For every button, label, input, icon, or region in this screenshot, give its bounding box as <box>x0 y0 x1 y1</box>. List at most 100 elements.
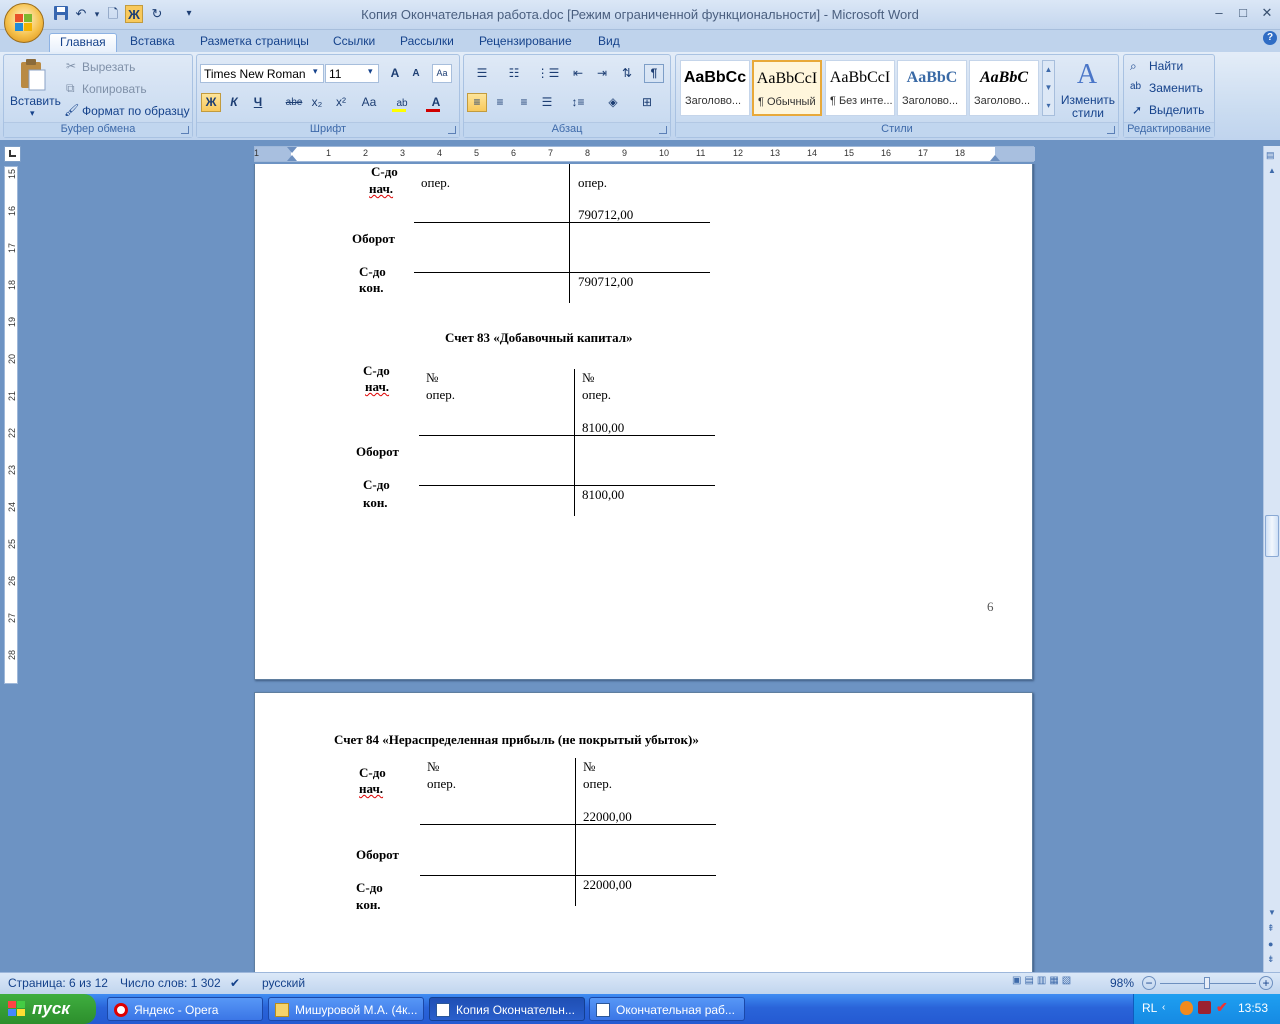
view-buttons[interactable]: ▣▤▥▦▧ <box>1012 975 1104 991</box>
align-right-icon[interactable]: ≡ <box>514 93 534 112</box>
style-normal[interactable]: AaBbCcI ¶ Обычный <box>752 60 822 116</box>
scroll-up-icon[interactable]: ▲ <box>1268 166 1276 175</box>
font-name-dropdown-icon[interactable]: ▾ <box>313 66 318 77</box>
tray-expand-icon[interactable]: ‹ <box>1162 1002 1165 1013</box>
bullets-icon[interactable]: ☰ <box>468 64 496 83</box>
tab-references[interactable]: Ссылки <box>323 33 385 52</box>
next-page-icon[interactable]: ⇟ <box>1267 954 1275 965</box>
paste-icon[interactable] <box>18 58 48 92</box>
clipboard-launcher-icon[interactable] <box>181 126 189 134</box>
tab-home[interactable]: Главная <box>49 33 117 52</box>
credit-number-header: № <box>583 759 596 774</box>
task-folder[interactable]: Мишуровой М.А. (4к... <box>268 997 424 1021</box>
sort-icon[interactable]: ⇅ <box>617 64 637 83</box>
language-indicator[interactable]: RL <box>1142 1001 1157 1015</box>
italic-button[interactable]: К <box>224 93 244 112</box>
tab-page-layout[interactable]: Разметка страницы <box>190 33 319 52</box>
font-size-dropdown-icon[interactable]: ▾ <box>368 66 373 77</box>
first-line-indent-marker[interactable] <box>287 147 297 153</box>
increase-indent-icon[interactable]: ⇥ <box>592 64 612 83</box>
scroll-down-icon[interactable]: ▼ <box>1268 908 1276 917</box>
cut-button[interactable]: Вырезать <box>82 60 135 74</box>
style-heading2[interactable]: AaBbC Заголово... <box>897 60 967 116</box>
font-color-icon[interactable]: A <box>422 93 450 112</box>
start-button[interactable]: пуск <box>0 994 96 1024</box>
decrease-indent-icon[interactable]: ⇤ <box>568 64 588 83</box>
language-status[interactable]: русский <box>262 976 305 990</box>
right-indent-marker[interactable] <box>990 155 1000 161</box>
page-count-status[interactable]: Страница: 6 из 12 <box>8 976 108 990</box>
align-left-icon[interactable]: ≡ <box>467 93 487 112</box>
zoom-out-icon[interactable]: − <box>1142 976 1156 990</box>
format-painter-button[interactable]: Формат по образцу <box>82 104 190 118</box>
minimize-button[interactable]: – <box>1206 4 1232 22</box>
find-button[interactable]: Найти <box>1149 59 1183 73</box>
font-name-select[interactable]: Times New Roman <box>200 64 324 83</box>
zoom-in-icon[interactable]: + <box>1259 976 1273 990</box>
tab-insert[interactable]: Вставка <box>120 33 185 52</box>
styles-scroll-icon[interactable]: ▲ ▼ ▾ <box>1042 60 1055 116</box>
font-launcher-icon[interactable] <box>448 126 456 134</box>
tab-review[interactable]: Рецензирование <box>469 33 582 52</box>
close-button[interactable]: ✕ <box>1254 4 1280 22</box>
task-word-copy[interactable]: Копия Окончательн... <box>429 997 585 1021</box>
vertical-scrollbar[interactable]: ▤ ▲ ▼ ⇞ ● ⇟ <box>1263 146 1280 972</box>
style-heading3[interactable]: AaBbC Заголово... <box>969 60 1039 116</box>
tab-view[interactable]: Вид <box>588 33 630 52</box>
change-styles-button[interactable]: Изменить стили <box>1060 94 1116 120</box>
ruler-tab-selector[interactable] <box>4 146 21 162</box>
align-center-icon[interactable]: ≡ <box>490 93 510 112</box>
bold-button[interactable]: Ж <box>201 93 221 112</box>
underline-button[interactable]: Ч <box>248 93 268 112</box>
replace-button[interactable]: Заменить <box>1149 81 1203 95</box>
task-opera[interactable]: Яндекс - Opera <box>107 997 263 1021</box>
show-formatting-icon[interactable]: ¶ <box>644 64 664 83</box>
zoom-slider-thumb[interactable] <box>1204 977 1210 989</box>
zoom-level[interactable]: 98% <box>1110 976 1134 990</box>
grow-font-button[interactable]: A <box>385 64 405 83</box>
styles-launcher-icon[interactable] <box>1107 126 1115 134</box>
multilevel-list-icon[interactable]: ⋮☰ <box>534 64 562 83</box>
shading-icon[interactable]: ◈ <box>598 93 628 112</box>
ruler-toggle-icon[interactable]: ▤ <box>1266 150 1275 161</box>
superscript-button[interactable]: x² <box>331 93 351 112</box>
restore-button[interactable]: □ <box>1230 4 1256 22</box>
spelling-check-icon[interactable]: ✔ <box>230 976 240 990</box>
task-word-final[interactable]: Окончательная раб... <box>589 997 745 1021</box>
document-canvas[interactable]: С-до нач. опер. опер. 790712,00 Оборот С… <box>22 164 1262 972</box>
firefox-tray-icon[interactable] <box>1180 1001 1193 1015</box>
numbering-icon[interactable]: ☷ <box>500 64 528 83</box>
select-browse-object-icon[interactable]: ● <box>1268 939 1273 949</box>
office-button[interactable] <box>4 3 44 43</box>
strikethrough-button[interactable]: abe <box>284 93 304 112</box>
style-heading1[interactable]: AaBbCc Заголово... <box>680 60 750 116</box>
change-case-button[interactable]: Aa <box>356 93 382 112</box>
change-styles-icon[interactable]: A <box>1070 58 1104 92</box>
paste-button[interactable]: Вставить <box>10 94 61 108</box>
borders-icon[interactable]: ⊞ <box>632 93 662 112</box>
antivirus-tray-icon[interactable]: ✔ <box>1216 999 1228 1016</box>
vertical-ruler[interactable]: 15 16 17 18 19 20 21 22 23 24 25 26 27 28 <box>4 166 18 684</box>
shrink-font-button[interactable]: A <box>406 64 426 83</box>
line-spacing-icon[interactable]: ↕≡ <box>565 93 591 112</box>
subscript-button[interactable]: x₂ <box>307 93 327 112</box>
left-indent-marker[interactable] <box>287 155 297 161</box>
copy-icon: ⧉ <box>66 81 75 95</box>
help-icon[interactable]: ? <box>1263 31 1277 45</box>
tab-mailings[interactable]: Рассылки <box>390 33 464 52</box>
paste-dropdown-icon[interactable]: ▾ <box>30 108 35 119</box>
clear-formatting-icon[interactable]: Aa <box>432 64 452 83</box>
ruler-number: 26 <box>7 576 17 587</box>
highlight-color-icon[interactable]: ab <box>388 93 416 112</box>
previous-page-icon[interactable]: ⇞ <box>1267 923 1275 934</box>
copy-button[interactable]: Копировать <box>82 82 147 96</box>
word-count-status[interactable]: Число слов: 1 302 <box>120 976 221 990</box>
app-tray-icon[interactable] <box>1198 1001 1211 1014</box>
style-no-spacing[interactable]: AaBbCcI ¶ Без инте... <box>825 60 895 116</box>
t-account-line <box>420 875 716 876</box>
select-button[interactable]: Выделить <box>1149 103 1204 117</box>
scrollbar-thumb[interactable] <box>1265 515 1279 557</box>
horizontal-ruler[interactable]: 1 1 2 3 4 5 6 7 8 9 10 11 12 13 14 15 16 17 18 <box>254 146 1035 162</box>
paragraph-launcher-icon[interactable] <box>659 126 667 134</box>
justify-icon[interactable]: ☰ <box>537 93 557 112</box>
